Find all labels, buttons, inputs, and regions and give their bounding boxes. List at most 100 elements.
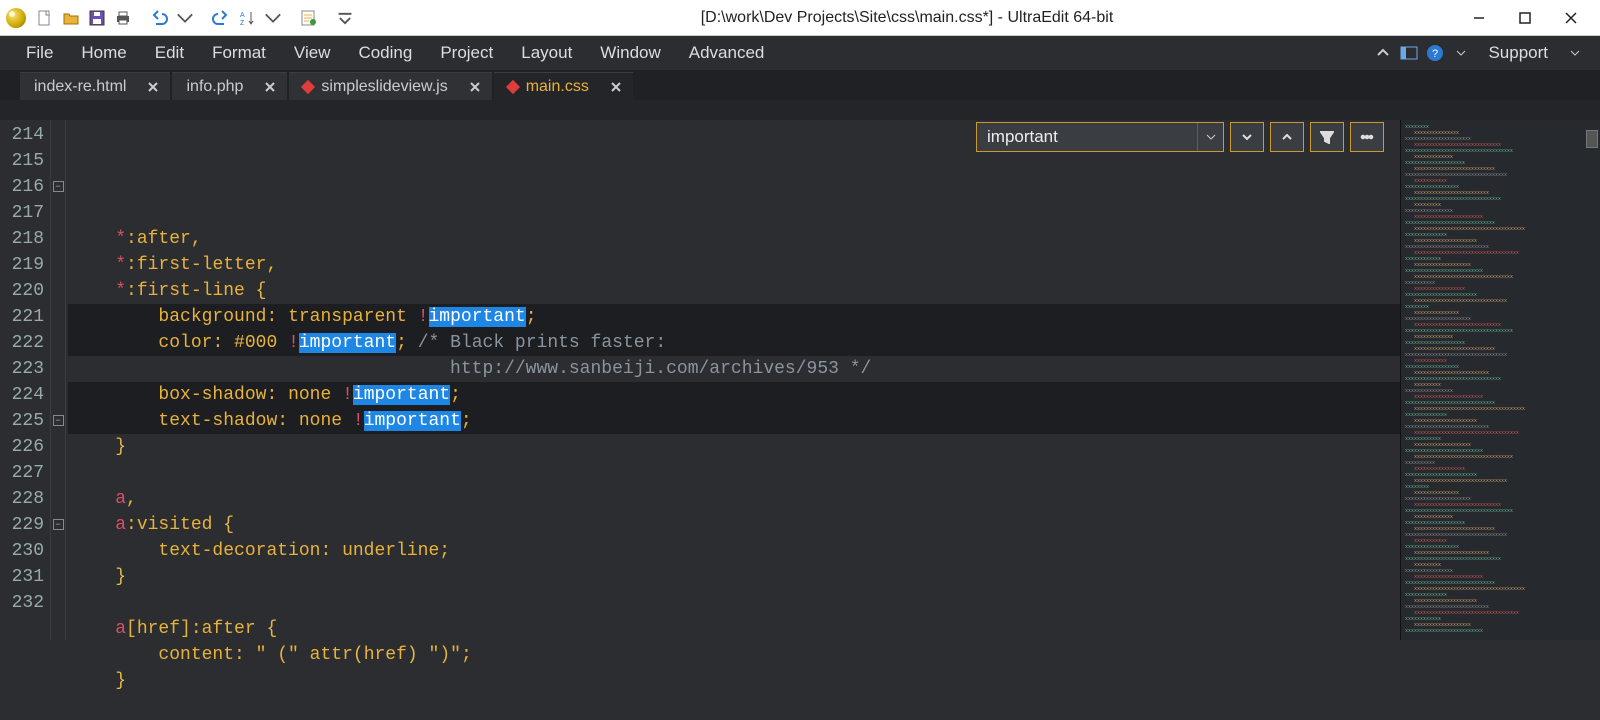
code-line[interactable]: text-shadow: none !important; bbox=[68, 408, 1400, 434]
line-number: 217 bbox=[0, 200, 44, 226]
line-number: 223 bbox=[0, 356, 44, 382]
redo-button[interactable] bbox=[208, 5, 234, 31]
dirty-indicator-icon bbox=[506, 79, 520, 93]
line-number: 219 bbox=[0, 252, 44, 278]
redo-dropdown[interactable] bbox=[260, 5, 286, 31]
code-line[interactable]: *:first-letter, bbox=[68, 252, 1400, 278]
menu-file[interactable]: File bbox=[12, 36, 67, 70]
find-history-dropdown[interactable] bbox=[1197, 123, 1223, 151]
menu-layout[interactable]: Layout bbox=[507, 36, 586, 70]
code-line[interactable]: background: transparent !important; bbox=[68, 304, 1400, 330]
editor: 2142152162172182192202212222232242252262… bbox=[0, 120, 1600, 640]
code-line[interactable]: a, bbox=[68, 486, 1400, 512]
code-line[interactable]: } bbox=[68, 564, 1400, 590]
code-line[interactable]: *:after, bbox=[68, 226, 1400, 252]
find-input[interactable] bbox=[977, 123, 1197, 151]
svg-text:Z: Z bbox=[240, 20, 245, 27]
tab-label: index-re.html bbox=[34, 78, 126, 96]
tab-info-php[interactable]: info.php bbox=[172, 72, 287, 100]
code-line[interactable] bbox=[68, 590, 1400, 616]
code-line[interactable]: content: " (" attr(href) ")"; bbox=[68, 642, 1400, 668]
tab-label: info.php bbox=[186, 78, 243, 96]
minimap[interactable]: xxxxxxxx xxxxxxxxxxxxxxxxxxxxxxxxxxxxxxx… bbox=[1400, 120, 1600, 640]
code-line[interactable]: color: #000 !important; /* Black prints … bbox=[68, 330, 1400, 356]
dirty-indicator-icon bbox=[301, 79, 315, 93]
line-number: 224 bbox=[0, 382, 44, 408]
find-more-button[interactable] bbox=[1350, 122, 1384, 152]
code-line[interactable] bbox=[68, 460, 1400, 486]
line-number-gutter: 2142152162172182192202212222232242252262… bbox=[0, 120, 50, 640]
code-line[interactable]: box-shadow: none !important; bbox=[68, 382, 1400, 408]
sort-button[interactable]: AZ bbox=[234, 5, 260, 31]
code-line[interactable]: http://www.sanbeiji.com/archives/953 */ bbox=[68, 356, 1400, 382]
menu-support[interactable]: Support bbox=[1474, 36, 1562, 70]
help-icon[interactable]: ? bbox=[1424, 42, 1446, 64]
menu-window[interactable]: Window bbox=[586, 36, 674, 70]
find-input-wrap bbox=[976, 122, 1224, 152]
window-title: [D:\work\Dev Projects\Site\css\main.css*… bbox=[358, 9, 1456, 27]
ribbon-toggle-icon[interactable] bbox=[1372, 42, 1394, 64]
menu-bar: FileHomeEditFormatViewCodingProjectLayou… bbox=[0, 36, 1600, 70]
menu-view[interactable]: View bbox=[280, 36, 345, 70]
line-number: 226 bbox=[0, 434, 44, 460]
undo-dropdown[interactable] bbox=[172, 5, 198, 31]
line-number: 229 bbox=[0, 512, 44, 538]
find-filter-button[interactable] bbox=[1310, 122, 1344, 152]
line-number: 216 bbox=[0, 174, 44, 200]
tab-close-icon[interactable] bbox=[468, 80, 482, 94]
menu-advanced[interactable]: Advanced bbox=[675, 36, 779, 70]
find-next-button[interactable] bbox=[1230, 122, 1264, 152]
line-number: 215 bbox=[0, 148, 44, 174]
maximize-button[interactable] bbox=[1502, 0, 1548, 36]
minimize-button[interactable] bbox=[1456, 0, 1502, 36]
code-line[interactable]: } bbox=[68, 668, 1400, 694]
app-logo-icon bbox=[6, 8, 26, 28]
open-file-button[interactable] bbox=[58, 5, 84, 31]
ruler-gutter bbox=[0, 100, 56, 120]
code-line[interactable]: a:visited { bbox=[68, 512, 1400, 538]
menu-edit[interactable]: Edit bbox=[141, 36, 198, 70]
quick-access-customize[interactable] bbox=[332, 5, 358, 31]
fold-toggle[interactable]: − bbox=[53, 519, 64, 530]
help-dropdown-icon[interactable] bbox=[1450, 42, 1472, 64]
tab-label: main.css bbox=[526, 78, 589, 96]
save-file-button[interactable] bbox=[84, 5, 110, 31]
tab-index-re-html[interactable]: index-re.html bbox=[20, 72, 170, 100]
fold-gutter: − − − bbox=[50, 120, 66, 640]
menu-home[interactable]: Home bbox=[67, 36, 140, 70]
code-area[interactable]: *:after, *:first-letter, *:first-line { … bbox=[66, 120, 1400, 640]
print-button[interactable] bbox=[110, 5, 136, 31]
code-line[interactable]: } bbox=[68, 434, 1400, 460]
fold-toggle[interactable]: − bbox=[53, 181, 64, 192]
svg-text:A: A bbox=[240, 12, 245, 19]
line-number: 222 bbox=[0, 330, 44, 356]
code-line[interactable]: text-decoration: underline; bbox=[68, 538, 1400, 564]
fold-toggle[interactable]: − bbox=[53, 415, 64, 426]
close-button[interactable] bbox=[1548, 0, 1594, 36]
code-line[interactable]: *:first-line { bbox=[68, 278, 1400, 304]
new-file-button[interactable] bbox=[32, 5, 58, 31]
line-number: 232 bbox=[0, 590, 44, 616]
line-number: 227 bbox=[0, 460, 44, 486]
svg-text:?: ? bbox=[1432, 48, 1438, 60]
support-dropdown-icon[interactable] bbox=[1564, 42, 1586, 64]
tab-close-icon[interactable] bbox=[609, 80, 623, 94]
line-number: 221 bbox=[0, 304, 44, 330]
tab-close-icon[interactable] bbox=[146, 80, 160, 94]
tab-close-icon[interactable] bbox=[263, 80, 277, 94]
tab-simpleslideview-js[interactable]: simpleslideview.js bbox=[289, 72, 491, 100]
menu-project[interactable]: Project bbox=[426, 36, 507, 70]
menu-coding[interactable]: Coding bbox=[344, 36, 426, 70]
layout-switch-icon[interactable] bbox=[1398, 42, 1420, 64]
tab-label: simpleslideview.js bbox=[321, 78, 447, 96]
tab-main-css[interactable]: main.css bbox=[494, 72, 633, 100]
title-bar: AZ [D:\work\Dev Projects\Site\css\main.c… bbox=[0, 0, 1600, 36]
insert-special-button[interactable] bbox=[296, 5, 322, 31]
code-line[interactable] bbox=[68, 694, 1400, 720]
menu-format[interactable]: Format bbox=[198, 36, 280, 70]
code-line[interactable]: a[href]:after { bbox=[68, 616, 1400, 642]
line-number: 225 bbox=[0, 408, 44, 434]
minimap-scroll-thumb[interactable] bbox=[1586, 130, 1598, 148]
find-prev-button[interactable] bbox=[1270, 122, 1304, 152]
undo-button[interactable] bbox=[146, 5, 172, 31]
